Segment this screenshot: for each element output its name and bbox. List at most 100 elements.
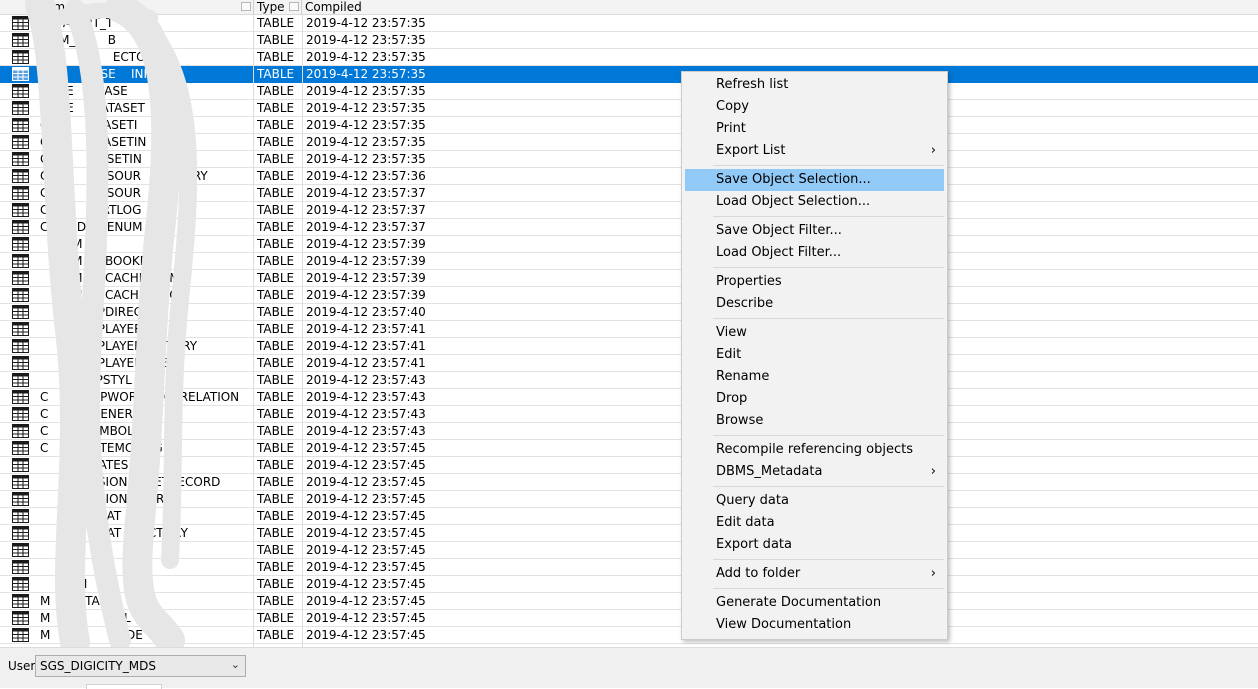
menu-item-dbms-metadata[interactable]: DBMS_Metadata › (685, 461, 944, 483)
menu-item-copy[interactable]: Copy (685, 96, 944, 118)
table-row[interactable]: DM PDIRECT TABLE 2019-4-12 23:57:40 (0, 304, 1258, 321)
table-row[interactable]: DM PBOOKM TABLE 2019-4-12 23:57:39 (0, 253, 1258, 270)
menu-item-view[interactable]: View (685, 322, 944, 344)
menu-item-browse[interactable]: Browse (685, 410, 944, 432)
menu-item-save-object-filter[interactable]: Save Object Filter... (685, 220, 944, 242)
row-name: AUDIT_T (40, 16, 114, 30)
row-name: CORE ATASET (40, 101, 145, 115)
table-row[interactable]: DM PLAYER TORY TABLE 2019-4-12 23:57:41 (0, 338, 1258, 355)
menu-item-label: Edit data (716, 515, 775, 530)
row-name: M CATAL E (40, 594, 137, 608)
table-grid-icon (12, 356, 29, 370)
table-row[interactable]: M NODE TABLE 2019-4-12 23:57:45 (0, 627, 1258, 644)
menu-item-drop[interactable]: Drop (685, 388, 944, 410)
table-row[interactable]: CO ORTLOG TABLE 2019-4-12 23:57:37 (0, 202, 1258, 219)
column-divider (302, 14, 303, 647)
menu-separator (713, 435, 944, 436)
user-label: User (8, 659, 36, 673)
row-type: TABLE (257, 339, 295, 353)
menu-item-edit[interactable]: Edit (685, 344, 944, 366)
menu-item-load-object-filter[interactable]: Load Object Filter... (685, 242, 944, 264)
row-name: C D APWOR CERELATION (40, 390, 240, 404)
table-row[interactable]: M CATAL E TABLE 2019-4-12 23:57:45 (0, 593, 1258, 610)
row-name: DM PDIRECT (40, 305, 150, 319)
menu-item-load-object-selection[interactable]: Load Object Selection... (685, 191, 944, 213)
table-row[interactable]: _FM F TABLE 2019-4-12 23:57:45 (0, 559, 1258, 576)
row-type: TABLE (257, 424, 295, 438)
table-row[interactable]: CO TASOUR O TABLE 2019-4-12 23:57:37 (0, 185, 1258, 202)
menu-item-add-to-folder[interactable]: Add to folder › (685, 563, 944, 585)
menu-item-describe[interactable]: Describe (685, 293, 944, 315)
menu-item-label: Browse (716, 413, 764, 428)
menu-item-refresh-list[interactable]: Refresh list (685, 74, 944, 96)
menu-item-view-documentation[interactable]: View Documentation (685, 614, 944, 636)
table-grid-icon (12, 101, 29, 115)
table-row[interactable]: AUDIT_T TABLE 2019-4-12 23:57:35 (0, 15, 1258, 32)
row-name: DM PBOOKM (40, 254, 151, 268)
table-grid-icon (12, 390, 29, 404)
menu-item-label: Add to folder (716, 566, 801, 581)
table-row[interactable]: _FM DAT E TABLE 2019-4-12 23:57:45 (0, 508, 1258, 525)
table-row[interactable]: CO TASOUR ECTORY TABLE 2019-4-12 23:57:36 (0, 168, 1258, 185)
row-type: TABLE (257, 594, 295, 608)
menu-item-recompile-referencing-objects[interactable]: Recompile referencing objects (685, 439, 944, 461)
table-row[interactable]: CORE ASE TABLE 2019-4-12 23:57:35 (0, 83, 1258, 100)
table-row[interactable]: _FM EF TABLE 2019-4-12 23:57:45 (0, 542, 1258, 559)
table-row[interactable]: CORE ATASET TABLE 2019-4-12 23:57:35 (0, 100, 1258, 117)
column-header-compiled[interactable]: Compiled (302, 0, 1258, 14)
row-compiled: 2019-4-12 23:57:43 (306, 407, 426, 421)
table-row[interactable]: DM PCACHE ON TABLE 2019-4-12 23:57:39 (0, 287, 1258, 304)
menu-item-label: DBMS_Metadata (716, 464, 823, 479)
table-row[interactable]: _D RSION SETRECORD TABLE 2019-4-12 23:57:4… (0, 474, 1258, 491)
menu-item-query-data[interactable]: Query data (685, 490, 944, 512)
menu-item-rename[interactable]: Rename (685, 366, 944, 388)
table-grid-icon (12, 594, 29, 608)
table-row[interactable]: CO TASETIN TABLE 2019-4-12 23:57:35 (0, 151, 1258, 168)
menu-item-export-list[interactable]: Export List › (685, 140, 944, 162)
table-row[interactable]: DM PLAYER TABLE 2019-4-12 23:57:41 (0, 321, 1258, 338)
table-row[interactable]: C D CENERO TABLE 2019-4-12 23:57:43 (0, 406, 1258, 423)
chevron-down-icon[interactable]: ⌄ (231, 658, 240, 671)
table-row[interactable]: PFM TABLE 2019-4-12 23:57:45 (0, 576, 1258, 593)
table-row[interactable]: C D APWOR CERELATION TABLE 2019-4-12 23:57… (0, 389, 1258, 406)
menu-item-save-object-selection[interactable]: Save Object Selection... (685, 169, 944, 191)
column-header-name[interactable]: Name (34, 0, 254, 14)
row-type: TABLE (257, 16, 295, 30)
table-row[interactable]: M_BU B TABLE 2019-4-12 23:57:35 (0, 32, 1258, 49)
table-row[interactable]: _D RSION ORD TABLE 2019-4-12 23:57:45 (0, 491, 1258, 508)
row-type: TABLE (257, 509, 295, 523)
table-row[interactable]: CO D ECTORY TABLE 2019-4-12 23:57:35 (0, 49, 1258, 66)
row-compiled: 2019-4-12 23:57:36 (306, 169, 426, 183)
table-row[interactable]: COR SE INFO TABLE 2019-4-12 23:57:35 (0, 66, 1258, 83)
table-grid-icon (12, 135, 29, 149)
table-row[interactable]: DM P TABLE 2019-4-12 23:57:39 (0, 236, 1258, 253)
table-row[interactable]: D APSTYL TABLE 2019-4-12 23:57:43 (0, 372, 1258, 389)
menu-item-label: Export List (716, 143, 786, 158)
table-row[interactable]: CO D DENUM TABLE 2019-4-12 23:57:37 (0, 219, 1258, 236)
menu-item-label: Save Object Selection... (716, 172, 871, 187)
object-list[interactable]: Name Type Compiled AUDIT_T TABLE 2019-4-12… (0, 0, 1258, 647)
sort-icon[interactable] (241, 2, 251, 11)
table-row[interactable]: M A AL TABLE 2019-4-12 23:57:45 (0, 610, 1258, 627)
row-type: TABLE (257, 305, 295, 319)
menu-item-export-data[interactable]: Export data (685, 534, 944, 556)
table-row[interactable]: C D YMBOLS TABLE 2019-4-12 23:57:43 (0, 423, 1258, 440)
table-row[interactable]: DM PCACHE ME TABLE 2019-4-12 23:57:39 (0, 270, 1258, 287)
table-row[interactable]: C D STEMO G TABLE 2019-4-12 23:57:45 (0, 440, 1258, 457)
table-row[interactable]: COR TASETI TABLE 2019-4-12 23:57:35 (0, 117, 1258, 134)
menu-item-generate-documentation[interactable]: Generate Documentation (685, 592, 944, 614)
row-compiled: 2019-4-12 23:57:43 (306, 390, 426, 404)
row-type: TABLE (257, 560, 295, 574)
sort-icon[interactable] (289, 2, 299, 11)
user-select[interactable]: SGS_DIGICITY_MDS ⌄ (35, 655, 246, 677)
table-row[interactable]: _D DATES IE TABLE 2019-4-12 23:57:45 (0, 457, 1258, 474)
menu-item-edit-data[interactable]: Edit data (685, 512, 944, 534)
column-header-type[interactable]: Type (254, 0, 302, 14)
menu-item-label: Recompile referencing objects (716, 442, 913, 457)
table-row[interactable]: COR TASETIN IELD TABLE 2019-4-12 23:57:35 (0, 134, 1258, 151)
table-row[interactable]: _FM DAT ECTORY TABLE 2019-4-12 23:57:45 (0, 525, 1258, 542)
table-row[interactable]: DM PLAYER E TABLE 2019-4-12 23:57:41 (0, 355, 1258, 372)
menu-item-print[interactable]: Print (685, 118, 944, 140)
menu-item-properties[interactable]: Properties (685, 271, 944, 293)
row-compiled: 2019-4-12 23:57:35 (306, 118, 426, 132)
